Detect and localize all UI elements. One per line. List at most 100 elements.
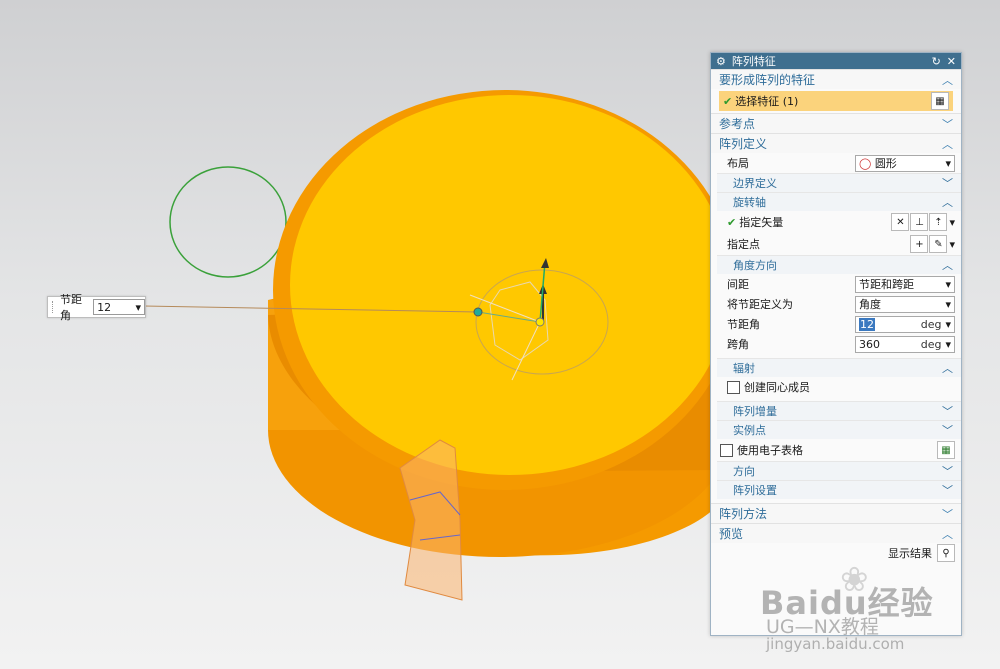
- dialog-title: 阵列特征: [731, 55, 776, 68]
- chevron-up-icon[interactable]: ︿: [942, 72, 953, 88]
- layout-select[interactable]: ◯ 圆形 ▾: [855, 154, 955, 172]
- chevron-down-icon[interactable]: ﹀: [942, 463, 953, 479]
- drag-handle[interactable]: [52, 301, 56, 313]
- chevron-down-icon[interactable]: ▾: [949, 238, 955, 251]
- chevron-down-icon: ▾: [945, 297, 951, 311]
- chevron-up-icon[interactable]: ︿: [942, 526, 953, 542]
- vector-dialog-icon[interactable]: ⇡: [929, 213, 948, 231]
- disk-top-face: [290, 95, 730, 475]
- chevron-down-icon[interactable]: ▾: [135, 301, 141, 314]
- use-spreadsheet-checkbox[interactable]: [720, 443, 733, 457]
- define-pitch-label: 将节距定义为: [727, 298, 793, 311]
- subsection-title: 实例点: [733, 424, 766, 437]
- specify-point-row: 指定点 + ✎ ▾: [711, 233, 961, 255]
- section-pattern-method[interactable]: 阵列方法 ﹀: [711, 503, 961, 523]
- use-spreadsheet-row: 使用电子表格 ▦: [711, 439, 961, 461]
- specify-vector-row: ✔ 指定矢量 ✕ ⊥ ⇡ ▾: [711, 211, 961, 233]
- origin-point[interactable]: [535, 317, 545, 327]
- specify-point-label: 指定点: [727, 238, 760, 251]
- create-concentric-label: 创建同心成员: [744, 381, 810, 394]
- create-concentric-row: 创建同心成员: [711, 377, 961, 397]
- define-pitch-row: 将节距定义为 角度 ▾: [711, 294, 961, 314]
- chevron-up-icon[interactable]: ︿: [942, 194, 953, 210]
- define-pitch-value: 角度: [859, 298, 881, 311]
- section-preview[interactable]: 预览 ︿: [711, 523, 961, 543]
- chevron-down-icon[interactable]: ﹀: [942, 175, 953, 191]
- select-feature-label: 选择特征 (1): [735, 95, 799, 108]
- pattern-feature-dialog: ⚙ 阵列特征 ↻ ✕ 要形成阵列的特征 ︿ ✔ 选择特征 (1) ▦ 参考点 ﹀…: [710, 52, 962, 636]
- pitch-angle-input[interactable]: 12 deg ▾: [855, 315, 955, 333]
- section-title: 预览: [719, 527, 744, 541]
- subsection-pattern-settings[interactable]: 阵列设置 ﹀: [717, 480, 961, 499]
- feature-selector-icon[interactable]: ▦: [931, 92, 949, 110]
- spreadsheet-icon[interactable]: ▦: [937, 441, 955, 459]
- pitch-angle-row: 节距角 12 deg ▾: [711, 314, 961, 334]
- floating-field-value: 12: [97, 300, 112, 314]
- check-icon: ✔: [723, 94, 733, 108]
- chevron-down-icon[interactable]: ﹀: [942, 482, 953, 498]
- subsection-title: 角度方向: [733, 259, 777, 272]
- reverse-direction-icon[interactable]: ✕: [891, 213, 910, 231]
- subsection-boundary[interactable]: 边界定义 ﹀: [717, 173, 961, 192]
- chevron-down-icon[interactable]: ﹀: [942, 403, 953, 419]
- pitch-angle-unit: deg: [920, 317, 942, 331]
- subsection-title: 辐射: [733, 362, 755, 375]
- subsection-title: 阵列增量: [733, 405, 777, 418]
- chevron-down-icon[interactable]: ▾: [949, 216, 955, 229]
- section-pattern-definition[interactable]: 阵列定义 ︿: [711, 133, 961, 153]
- subsection-title: 边界定义: [733, 177, 777, 190]
- subsection-title: 阵列设置: [733, 484, 777, 497]
- check-icon: ✔: [727, 215, 737, 229]
- chevron-down-icon[interactable]: ▾: [945, 318, 951, 331]
- spacing-value: 节距和跨距: [859, 278, 914, 291]
- section-reference-point[interactable]: 参考点 ﹀: [711, 113, 961, 133]
- subsection-orientation[interactable]: 方向 ﹀: [717, 461, 961, 480]
- section-features-to-pattern[interactable]: 要形成阵列的特征 ︿: [711, 69, 961, 89]
- select-feature-row[interactable]: ✔ 选择特征 (1) ▦: [719, 91, 953, 111]
- watermark-url: jingyan.baidu.com: [766, 635, 905, 653]
- layout-label: 布局: [727, 157, 749, 170]
- chevron-down-icon[interactable]: ﹀: [942, 422, 953, 438]
- reset-icon[interactable]: ↻: [932, 55, 941, 68]
- span-angle-unit: deg: [920, 337, 942, 351]
- subsection-instance-points[interactable]: 实例点 ﹀: [717, 420, 961, 439]
- inferred-vector-icon[interactable]: ⊥: [910, 213, 929, 231]
- point-dialog-icon[interactable]: +: [910, 235, 929, 253]
- chevron-up-icon[interactable]: ︿: [942, 360, 953, 376]
- chevron-up-icon[interactable]: ︿: [942, 257, 953, 273]
- specify-vector-label: 指定矢量: [739, 216, 784, 229]
- span-angle-value: 360: [859, 337, 880, 351]
- define-pitch-select[interactable]: 角度 ▾: [855, 295, 955, 313]
- pitch-angle-floating-field: 节距角 12 ▾: [47, 293, 146, 322]
- chevron-down-icon[interactable]: ﹀: [942, 116, 953, 132]
- subsection-angle-direction[interactable]: 角度方向 ︿: [717, 255, 961, 274]
- subsection-title: 方向: [733, 465, 755, 478]
- dialog-titlebar[interactable]: ⚙ 阵列特征 ↻ ✕: [711, 53, 961, 69]
- layout-value: 圆形: [874, 157, 897, 170]
- span-angle-row: 跨角 360 deg ▾: [711, 334, 961, 354]
- create-concentric-checkbox[interactable]: [727, 380, 740, 394]
- subsection-title: 旋转轴: [733, 196, 766, 209]
- subsection-pattern-increment[interactable]: 阵列增量 ﹀: [717, 401, 961, 420]
- chevron-down-icon[interactable]: ﹀: [942, 506, 953, 522]
- inferred-point-icon[interactable]: ✎: [929, 235, 948, 253]
- section-title: 要形成阵列的特征: [719, 73, 816, 87]
- span-angle-input[interactable]: 360 deg ▾: [855, 335, 955, 353]
- chevron-down-icon: ▾: [945, 277, 951, 291]
- subsection-rotation-axis[interactable]: 旋转轴 ︿: [717, 192, 961, 211]
- use-spreadsheet-label: 使用电子表格: [737, 444, 803, 457]
- chevron-up-icon[interactable]: ︿: [942, 136, 953, 152]
- pitch-angle-value: 12: [859, 317, 875, 331]
- spacing-select[interactable]: 节距和跨距 ▾: [855, 275, 955, 293]
- spacing-row: 间距 节距和跨距 ▾: [711, 274, 961, 294]
- close-icon[interactable]: ✕: [947, 55, 956, 68]
- subsection-radiate[interactable]: 辐射 ︿: [717, 358, 961, 377]
- gear-icon: ⚙: [716, 54, 726, 68]
- layout-row: 布局 ◯ 圆形 ▾: [711, 153, 961, 173]
- section-title: 阵列方法: [719, 507, 768, 521]
- span-angle-label: 跨角: [727, 338, 749, 351]
- chevron-down-icon[interactable]: ▾: [945, 338, 951, 351]
- pitch-angle-label: 节距角: [727, 318, 760, 331]
- floating-field-input[interactable]: 12 ▾: [93, 299, 145, 315]
- spacing-label: 间距: [727, 278, 749, 291]
